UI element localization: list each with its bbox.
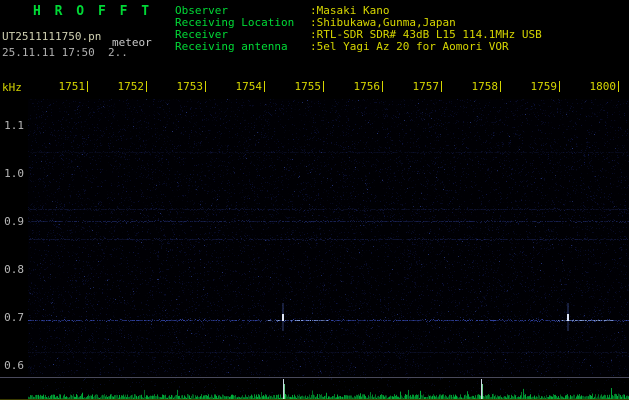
time-tick-label: 1753 xyxy=(175,80,203,93)
hrofft-window: H R O F F T UT2511111750.pn meteor 25.11… xyxy=(0,0,629,400)
freq-tick-label: 0.9 xyxy=(0,215,24,228)
datetime-label: 25.11.11 17:50 2.. xyxy=(2,46,128,59)
info-value: :5el Yagi Az 20 for Aomori VOR xyxy=(310,41,509,53)
freq-tick-label: 0.7 xyxy=(0,311,24,324)
time-tick-mark xyxy=(87,81,88,92)
time-tick-label: 1752 xyxy=(116,80,144,93)
info-label: Receiving antenna xyxy=(175,41,310,53)
time-tick-mark xyxy=(559,81,560,92)
level-plot-canvas xyxy=(28,378,629,399)
time-tick-mark xyxy=(618,81,619,92)
time-tick-mark xyxy=(205,81,206,92)
freq-tick-label: 0.8 xyxy=(0,263,24,276)
output-filename: UT2511111750.pn xyxy=(2,30,101,43)
app-title: H R O F F T xyxy=(33,4,152,19)
time-tick-mark xyxy=(382,81,383,92)
time-tick-label: 1800 xyxy=(588,80,616,93)
info-row: Receiving antenna:5el Yagi Az 20 for Aom… xyxy=(175,41,542,53)
time-tick-mark xyxy=(146,81,147,92)
freq-tick-label: 1.1 xyxy=(0,119,24,132)
time-tick-label: 1758 xyxy=(470,80,498,93)
freq-unit-label: kHz xyxy=(2,81,22,94)
spectrogram-canvas xyxy=(28,99,629,376)
time-tick-label: 1759 xyxy=(529,80,557,93)
time-tick-label: 1755 xyxy=(293,80,321,93)
observation-info: Observer:Masaki KanoReceiving Location:S… xyxy=(175,5,542,53)
time-tick-mark xyxy=(500,81,501,92)
freq-tick-label: 0.6 xyxy=(0,359,24,372)
time-tick-label: 1756 xyxy=(352,80,380,93)
time-tick-mark xyxy=(323,81,324,92)
time-tick-label: 1757 xyxy=(411,80,439,93)
freq-tick-label: 1.0 xyxy=(0,167,24,180)
time-tick-label: 1751 xyxy=(57,80,85,93)
time-tick-mark xyxy=(441,81,442,92)
time-tick-mark xyxy=(264,81,265,92)
time-tick-label: 1754 xyxy=(234,80,262,93)
